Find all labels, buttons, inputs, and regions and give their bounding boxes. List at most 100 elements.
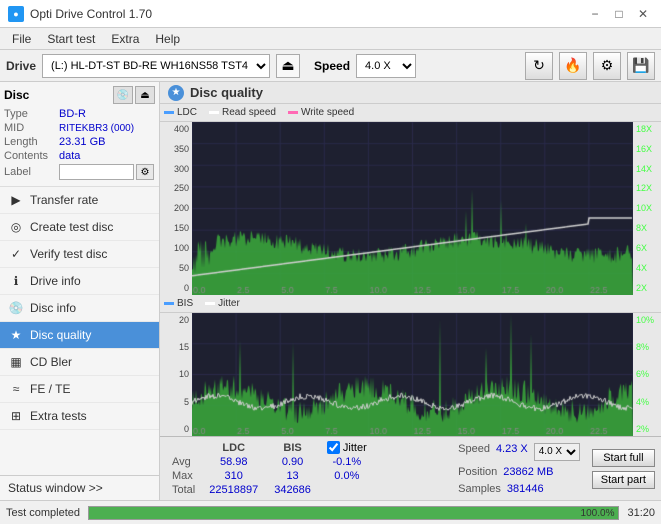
sidebar-item-create-test-disc[interactable]: ◎ Create test disc	[0, 214, 159, 241]
menu-help[interactable]: Help	[147, 30, 188, 48]
transfer-rate-label: Transfer rate	[30, 193, 98, 207]
total-ldc: 22518897	[201, 483, 266, 497]
status-window-label: Status window >>	[8, 481, 103, 495]
legend-write-speed: Write speed	[288, 107, 354, 118]
disc-mid-row: MID RITEKBR3 (000)	[4, 122, 155, 134]
avg-ldc: 58.98	[201, 455, 266, 469]
read-speed-legend-dot	[209, 111, 219, 114]
status-window-button[interactable]: Status window >>	[0, 475, 159, 500]
create-test-disc-label: Create test disc	[30, 220, 113, 234]
speed-label: Speed	[314, 59, 350, 73]
legend-jitter: Jitter	[205, 298, 240, 309]
maximize-button[interactable]: □	[609, 4, 629, 24]
position-value: 23862 MB	[503, 466, 553, 478]
speed-stat-select[interactable]: 4.0 X	[534, 443, 580, 461]
speed-stat-label: Speed	[458, 443, 490, 461]
action-buttons: Start full Start part	[592, 440, 655, 497]
drive-info-icon: ℹ	[8, 273, 24, 289]
disc-contents-label: Contents	[4, 150, 59, 162]
disc-icon-2[interactable]: ⏏	[135, 86, 155, 104]
disc-info-label: Disc info	[30, 301, 76, 315]
disc-info-icon: 💿	[8, 300, 24, 316]
bottom-chart-y-right: 10% 8% 6% 4% 2%	[633, 313, 661, 436]
start-part-button[interactable]: Start part	[592, 471, 655, 489]
burn-button[interactable]: 🔥	[559, 52, 587, 80]
ldc-column-header: LDC	[201, 440, 266, 455]
status-text: Test completed	[6, 507, 80, 519]
disc-quality-label: Disc quality	[30, 328, 91, 342]
disc-section-title: Disc	[4, 88, 29, 102]
bottom-chart-legend: BIS Jitter	[160, 295, 661, 313]
top-chart-canvas	[192, 122, 633, 295]
disc-header: Disc 💿 ⏏	[4, 86, 155, 104]
main-area: Disc 💿 ⏏ Type BD-R MID RITEKBR3 (000) Le…	[0, 82, 661, 500]
disc-type-label: Type	[4, 108, 59, 120]
app-icon: ●	[8, 6, 24, 22]
menu-extra[interactable]: Extra	[103, 30, 147, 48]
jitter-legend-dot	[205, 302, 215, 305]
top-chart-legend: LDC Read speed Write speed	[160, 104, 661, 122]
read-speed-legend-label: Read speed	[222, 107, 276, 118]
total-bis: 342686	[266, 483, 319, 497]
disc-quality-title: Disc quality	[190, 85, 263, 100]
disc-contents-row: Contents data	[4, 150, 155, 162]
app-title: Opti Drive Control 1.70	[30, 7, 152, 21]
content-area: ★ Disc quality LDC Read speed Write spee…	[160, 82, 661, 500]
sidebar-item-disc-quality[interactable]: ★ Disc quality	[0, 322, 159, 349]
save-button[interactable]: 💾	[627, 52, 655, 80]
disc-section: Disc 💿 ⏏ Type BD-R MID RITEKBR3 (000) Le…	[0, 82, 159, 187]
start-full-button[interactable]: Start full	[592, 449, 655, 467]
speed-select[interactable]: 4.0 X	[356, 54, 416, 78]
settings-button[interactable]: ⚙	[593, 52, 621, 80]
jitter-checkbox[interactable]	[327, 441, 340, 454]
position-row: Position 23862 MB	[458, 466, 580, 478]
jitter-column-header: Jitter	[343, 442, 367, 454]
cd-bler-icon: ▦	[8, 354, 24, 370]
fe-te-label: FE / TE	[30, 382, 70, 396]
disc-contents-value: data	[59, 150, 80, 162]
minimize-button[interactable]: −	[585, 4, 605, 24]
avg-row: Avg 58.98 0.90 -0.1%	[166, 455, 375, 469]
sidebar-item-fe-te[interactable]: ≈ FE / TE	[0, 376, 159, 403]
disc-quality-icon: ★	[8, 327, 24, 343]
disc-type-row: Type BD-R	[4, 108, 155, 120]
disc-label-input[interactable]	[59, 164, 134, 180]
titlebar: ● Opti Drive Control 1.70 − □ ✕	[0, 0, 661, 28]
left-panel: Disc 💿 ⏏ Type BD-R MID RITEKBR3 (000) Le…	[0, 82, 160, 500]
bis-legend-dot	[164, 302, 174, 305]
eject-button[interactable]: ⏏	[276, 54, 300, 78]
stats-data-table: LDC BIS Jitter Avg 58.98 0.90	[166, 440, 375, 497]
disc-mid-value: RITEKBR3 (000)	[59, 123, 134, 134]
top-chart-area: 400 350 300 250 200 150 100 50 0 18X 16X…	[160, 122, 661, 295]
disc-type-value: BD-R	[59, 108, 86, 120]
disc-label-button[interactable]: ⚙	[136, 164, 154, 180]
menu-file[interactable]: File	[4, 30, 39, 48]
menu-start-test[interactable]: Start test	[39, 30, 103, 48]
samples-label: Samples	[458, 483, 501, 495]
sidebar-item-extra-tests[interactable]: ⊞ Extra tests	[0, 403, 159, 430]
sidebar-item-disc-info[interactable]: 💿 Disc info	[0, 295, 159, 322]
disc-icon-1[interactable]: 💿	[113, 86, 133, 104]
bottom-chart-y-left: 20 15 10 5 0	[160, 313, 192, 436]
verify-test-disc-icon: ✓	[8, 246, 24, 262]
avg-jitter: -0.1%	[319, 455, 375, 469]
total-label: Total	[166, 483, 201, 497]
refresh-button[interactable]: ↻	[525, 52, 553, 80]
stats-header-row: LDC BIS Jitter	[166, 440, 375, 455]
jitter-legend-label: Jitter	[218, 298, 240, 309]
drive-label: Drive	[6, 59, 36, 73]
sidebar-item-drive-info[interactable]: ℹ Drive info	[0, 268, 159, 295]
transfer-rate-icon: ▶	[8, 192, 24, 208]
progress-text: 100.0%	[581, 507, 615, 521]
disc-quality-header: ★ Disc quality	[160, 82, 661, 104]
progress-bar-fill	[89, 507, 618, 519]
drive-select[interactable]: (L:) HL-DT-ST BD-RE WH16NS58 TST4	[42, 54, 270, 78]
sidebar-item-transfer-rate[interactable]: ▶ Transfer rate	[0, 187, 159, 214]
sidebar-item-cd-bler[interactable]: ▦ CD Bler	[0, 349, 159, 376]
verify-test-disc-label: Verify test disc	[30, 247, 107, 261]
write-speed-legend-dot	[288, 111, 298, 114]
samples-row: Samples 381446	[458, 483, 580, 495]
ldc-legend-dot	[164, 111, 174, 114]
close-button[interactable]: ✕	[633, 4, 653, 24]
sidebar-item-verify-test-disc[interactable]: ✓ Verify test disc	[0, 241, 159, 268]
